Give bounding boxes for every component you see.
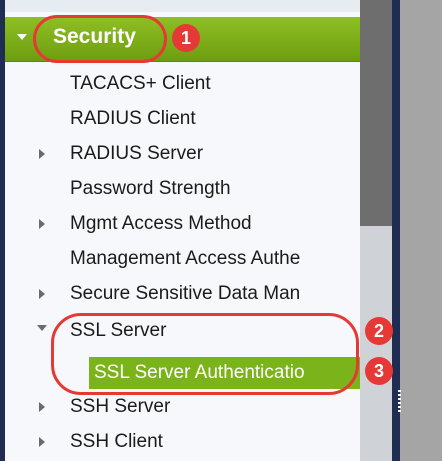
caret-down-icon[interactable] — [17, 34, 27, 40]
caret-right-icon[interactable] — [39, 219, 45, 229]
callout-badge-1: 1 — [172, 24, 200, 52]
nav-item-password-strength[interactable]: Password Strength — [70, 178, 231, 200]
callout-badge-3: 3 — [365, 357, 393, 385]
nav-item-secure-sensitive-data[interactable]: Secure Sensitive Data Man — [70, 283, 300, 305]
caret-right-icon[interactable] — [39, 437, 45, 447]
callout-ring-ssl-server — [51, 313, 359, 395]
nav-item-mgmt-access-method[interactable]: Mgmt Access Method — [70, 213, 252, 235]
nav-item-radius-client[interactable]: RADIUS Client — [70, 108, 196, 130]
nav-item-tacacs-client[interactable]: TACACS+ Client — [70, 73, 211, 95]
nav-item-management-access-authentication[interactable]: Management Access Authe — [70, 248, 300, 270]
caret-right-icon[interactable] — [39, 289, 45, 299]
callout-ring-security — [33, 15, 167, 63]
callout-badge-2: 2 — [365, 317, 393, 345]
nav-item-radius-server[interactable]: RADIUS Server — [70, 143, 203, 165]
splitter-grip[interactable] — [398, 390, 401, 412]
caret-right-icon[interactable] — [39, 149, 45, 159]
nav-item-partial[interactable] — [5, 0, 360, 12]
caret-down-icon[interactable] — [37, 325, 47, 331]
caret-right-icon[interactable] — [39, 402, 45, 412]
nav-item-ssh-client[interactable]: SSH Client — [70, 431, 163, 453]
nav-item-ssh-server[interactable]: SSH Server — [70, 396, 170, 418]
